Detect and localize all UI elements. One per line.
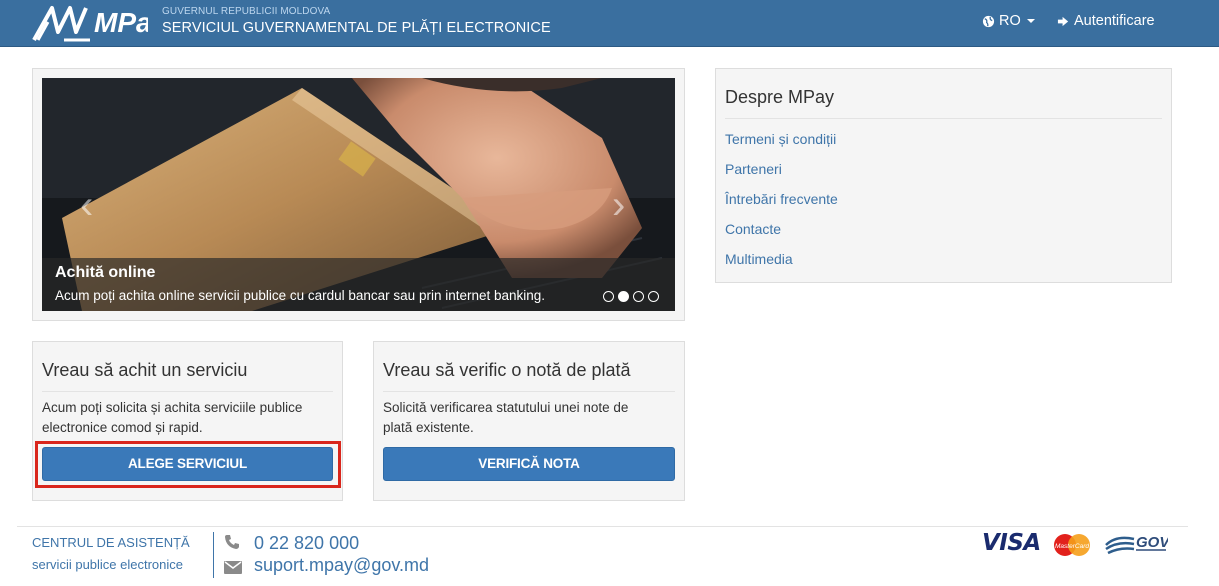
carousel-indicators bbox=[603, 291, 659, 302]
login-link[interactable]: Autentificare bbox=[1057, 13, 1155, 29]
chevron-right-icon: › bbox=[612, 183, 626, 227]
support-center-subtitle: servicii publice electronice bbox=[32, 557, 184, 572]
divider bbox=[42, 391, 333, 392]
phone-icon bbox=[225, 535, 239, 549]
carousel-indicator-3[interactable] bbox=[633, 291, 644, 302]
verify-note-button[interactable]: VERIFICĂ NOTA bbox=[383, 447, 675, 481]
support-center-title: CENTRUL DE ASISTENȚĂ bbox=[32, 535, 190, 550]
hero-carousel[interactable]: ‹ › Achită online Acum poți achita onlin… bbox=[42, 78, 675, 311]
verify-note-panel: Vreau să verific o notă de plată Solicit… bbox=[373, 341, 685, 501]
description-line: plată existente. bbox=[383, 420, 474, 435]
login-label: Autentificare bbox=[1074, 13, 1155, 29]
top-header: MPay GUVERNUL REPUBLICII MOLDOVA SERVICI… bbox=[0, 0, 1219, 47]
mgov-text: GOV bbox=[1136, 534, 1168, 551]
pay-service-title: Vreau să achit un serviciu bbox=[42, 360, 248, 380]
carousel-next-button[interactable]: › bbox=[612, 183, 625, 228]
pay-service-description: Acum poți solicita și achita serviciile … bbox=[42, 398, 302, 438]
mastercard-logo: MasterCard bbox=[1054, 534, 1090, 556]
link-contacts[interactable]: Contacte bbox=[725, 219, 838, 249]
verify-note-description: Solicită verificarea statutului unei not… bbox=[383, 398, 628, 438]
link-partners[interactable]: Parteneri bbox=[725, 159, 838, 189]
envelope-icon bbox=[224, 561, 242, 574]
link-multimedia[interactable]: Multimedia bbox=[725, 249, 838, 279]
carousel-indicator-1[interactable] bbox=[603, 291, 614, 302]
divider bbox=[725, 118, 1162, 119]
link-terms[interactable]: Termeni și condiții bbox=[725, 129, 838, 159]
about-panel: Despre MPay Termeni și condiții Partener… bbox=[715, 68, 1172, 283]
divider bbox=[383, 391, 675, 392]
carousel-caption: Achită online Acum poți achita online se… bbox=[42, 258, 675, 311]
support-phone[interactable]: 0 22 820 000 bbox=[254, 533, 359, 554]
description-line: Acum poți solicita și achita serviciile … bbox=[42, 400, 303, 415]
sign-in-icon bbox=[1057, 16, 1069, 26]
support-email[interactable]: suport.mpay@gov.md bbox=[254, 555, 429, 576]
chevron-left-icon: ‹ bbox=[80, 183, 94, 227]
link-faq[interactable]: Întrebări frecvente bbox=[725, 189, 838, 219]
carousel-prev-button[interactable]: ‹ bbox=[80, 183, 93, 228]
caret-down-icon bbox=[1026, 19, 1035, 23]
caption-text: Acum poți achita online servicii publice… bbox=[55, 288, 546, 303]
site-title: SERVICIUL GUVERNAMENTAL DE PLĂȚI ELECTRO… bbox=[162, 20, 551, 36]
verify-note-title: Vreau să verific o notă de plată bbox=[383, 360, 631, 380]
language-dropdown[interactable]: RO bbox=[982, 13, 1035, 29]
carousel-indicator-2[interactable] bbox=[618, 291, 629, 302]
about-title: Despre MPay bbox=[725, 87, 835, 107]
visa-logo: VISA bbox=[982, 530, 1041, 556]
caption-title: Achită online bbox=[55, 264, 156, 281]
footer-vertical-divider bbox=[213, 532, 214, 578]
highlight-box bbox=[35, 441, 341, 488]
globe-icon bbox=[982, 15, 995, 27]
language-label: RO bbox=[999, 13, 1021, 29]
footer-divider bbox=[17, 526, 1188, 527]
mastercard-text: MasterCard bbox=[1055, 543, 1089, 550]
mgov-logo: GOV bbox=[1105, 534, 1168, 555]
carousel-panel: ‹ › Achită online Acum poți achita onlin… bbox=[32, 68, 685, 321]
gov-subtitle: GUVERNUL REPUBLICII MOLDOVA bbox=[162, 6, 331, 17]
description-line: Solicită verificarea statutului unei not… bbox=[383, 400, 629, 415]
logo-text: MPay bbox=[94, 7, 148, 38]
about-links: Termeni și condiții Parteneri Întrebări … bbox=[725, 129, 838, 279]
mpay-logo[interactable]: MPay bbox=[30, 2, 148, 44]
description-line: electronice comod și rapid. bbox=[42, 420, 203, 435]
carousel-indicator-4[interactable] bbox=[648, 291, 659, 302]
